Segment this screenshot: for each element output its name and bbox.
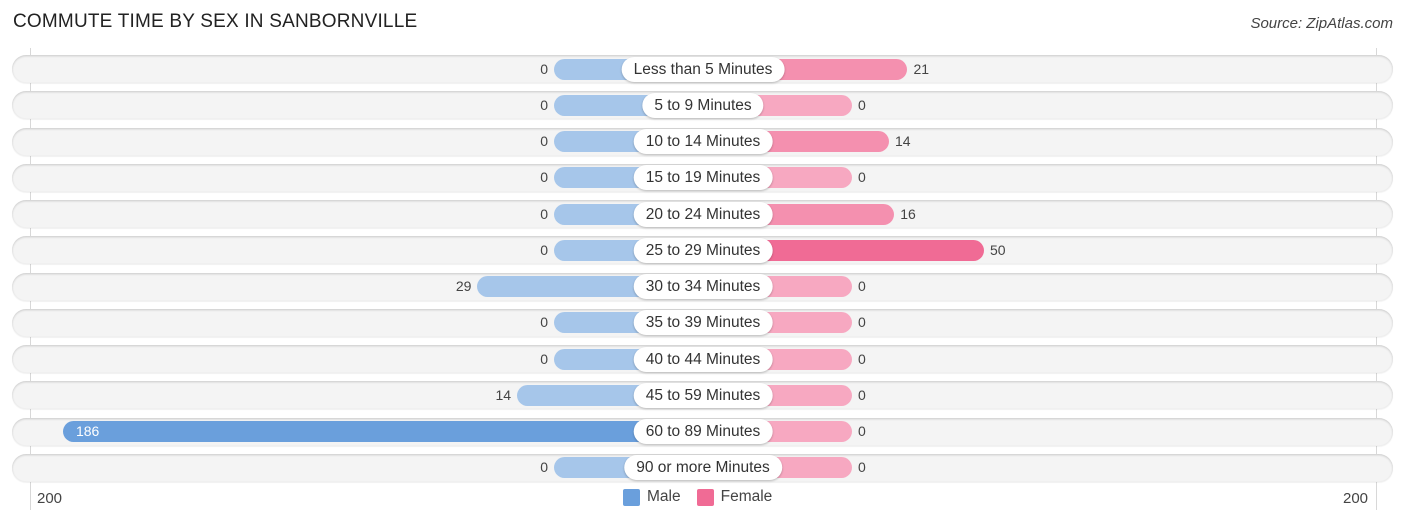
category-label: 15 to 19 Minutes bbox=[633, 165, 773, 191]
value-label-female: 16 bbox=[900, 205, 916, 222]
value-label-female: 0 bbox=[858, 96, 866, 113]
category-label: 5 to 9 Minutes bbox=[642, 92, 764, 118]
legend-item-female: Female bbox=[696, 488, 773, 506]
category-label: 45 to 59 Minutes bbox=[633, 382, 773, 408]
category-label: 90 or more Minutes bbox=[624, 455, 782, 481]
value-label-male: 0 bbox=[540, 314, 548, 331]
value-label-male: 0 bbox=[540, 133, 548, 149]
value-label-female: 0 bbox=[858, 386, 866, 403]
legend: Male Female bbox=[623, 488, 788, 506]
value-label-female: 0 bbox=[858, 314, 866, 331]
value-label-female: 0 bbox=[858, 423, 866, 439]
legend-swatch-male bbox=[623, 488, 640, 506]
value-label-female: 21 bbox=[913, 60, 930, 77]
value-label-male: 0 bbox=[540, 241, 548, 258]
value-label-female: 50 bbox=[990, 241, 1006, 258]
value-label-male: 0 bbox=[540, 459, 548, 476]
value-label-male: 14 bbox=[495, 386, 512, 403]
legend-item-male: Male bbox=[623, 488, 681, 506]
category-label: 25 to 29 Minutes bbox=[633, 237, 773, 263]
axis-label-right: 200 bbox=[1343, 490, 1369, 507]
category-label: 60 to 89 Minutes bbox=[633, 419, 773, 444]
value-label-male: 0 bbox=[540, 350, 548, 367]
value-label-male: 186 bbox=[75, 423, 100, 439]
legend-label-male: Male bbox=[647, 488, 681, 505]
value-label-female: 0 bbox=[858, 278, 866, 294]
category-label: 40 to 44 Minutes bbox=[633, 346, 773, 372]
value-label-male: 29 bbox=[455, 278, 472, 294]
axis-label-left: 200 bbox=[37, 490, 63, 507]
value-label-female: 0 bbox=[858, 459, 866, 476]
legend-label-female: Female bbox=[720, 488, 773, 505]
value-label-male: 0 bbox=[540, 205, 548, 222]
category-label: Less than 5 Minutes bbox=[621, 56, 785, 82]
chart-title: COMMUTE TIME BY SEX IN SANBORNVILLE bbox=[13, 11, 418, 32]
value-label-male: 0 bbox=[540, 96, 548, 113]
value-label-male: 0 bbox=[540, 60, 548, 77]
value-label-female: 14 bbox=[894, 133, 911, 149]
bar-male bbox=[62, 421, 703, 442]
value-label-female: 0 bbox=[858, 350, 866, 367]
value-label-male: 0 bbox=[540, 169, 548, 186]
source-label: Source: ZipAtlas.com bbox=[1250, 15, 1393, 32]
category-label: 35 to 39 Minutes bbox=[633, 310, 773, 336]
category-label: 10 to 14 Minutes bbox=[633, 129, 773, 154]
value-label-female: 0 bbox=[858, 169, 866, 186]
category-label: 30 to 34 Minutes bbox=[633, 274, 773, 299]
legend-swatch-female bbox=[696, 488, 714, 506]
category-label: 20 to 24 Minutes bbox=[633, 201, 773, 227]
